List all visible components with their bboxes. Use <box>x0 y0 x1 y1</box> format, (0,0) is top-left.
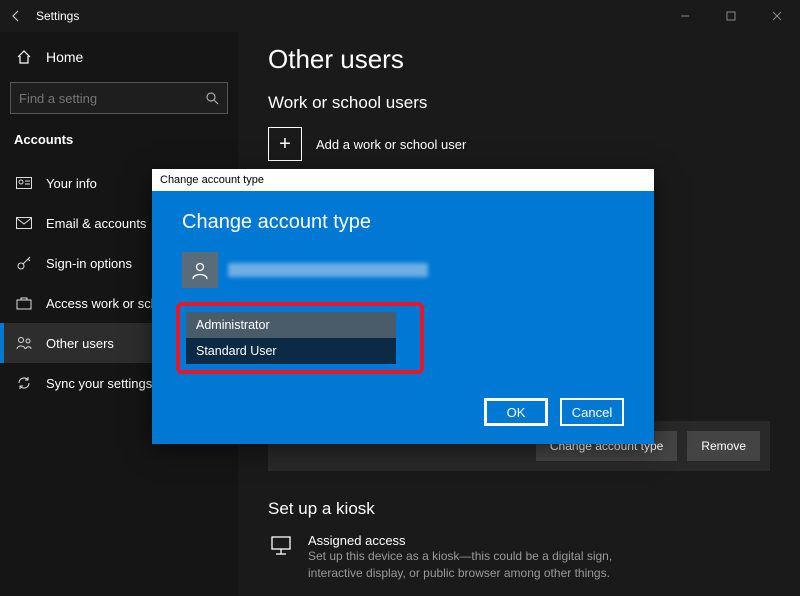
kiosk-row[interactable]: Assigned access Set up this device as a … <box>268 533 770 582</box>
sidebar-home[interactable]: Home <box>0 40 238 74</box>
sidebar-item-label: Email & accounts <box>46 216 146 231</box>
sidebar-item-label: Sync your settings <box>46 376 152 391</box>
plus-icon: + <box>268 127 302 161</box>
user-avatar-icon <box>182 252 218 288</box>
dialog-titlebar: Change account type <box>152 169 654 191</box>
people-icon <box>14 336 34 350</box>
kiosk-title: Assigned access <box>308 533 668 548</box>
mail-icon <box>14 217 34 229</box>
user-name-redacted <box>228 263 428 277</box>
change-account-type-dialog: Change account type Change account type … <box>152 169 654 444</box>
sidebar-item-label: Other users <box>46 336 114 351</box>
add-work-user-row[interactable]: + Add a work or school user <box>268 127 770 161</box>
option-label: Standard User <box>196 344 277 358</box>
option-standard-user[interactable]: Standard User <box>186 338 396 364</box>
search-icon <box>205 91 219 105</box>
dialog-ok-button[interactable]: OK <box>484 398 548 426</box>
dialog-heading: Change account type <box>182 211 624 234</box>
search-input[interactable] <box>19 91 205 106</box>
id-card-icon <box>14 177 34 189</box>
back-button[interactable] <box>0 0 32 32</box>
section-work-school: Work or school users <box>268 93 770 113</box>
window-title: Settings <box>36 9 79 23</box>
remove-user-button[interactable]: Remove <box>687 431 760 461</box>
add-work-user-label: Add a work or school user <box>316 137 466 152</box>
sidebar-item-label: Sign-in options <box>46 256 132 271</box>
kiosk-heading: Set up a kiosk <box>268 499 770 519</box>
window-controls <box>662 0 800 32</box>
sync-icon <box>14 375 34 391</box>
kiosk-section: Set up a kiosk Assigned access Set up th… <box>268 499 770 582</box>
sidebar-item-label: Your info <box>46 176 97 191</box>
kiosk-desc: Set up this device as a kiosk—this could… <box>308 548 668 582</box>
close-button[interactable] <box>754 0 800 32</box>
dropdown-highlight: Administrator Standard User <box>176 302 424 374</box>
account-type-dropdown[interactable]: Administrator Standard User <box>186 312 396 364</box>
home-icon <box>14 49 34 65</box>
option-label: Administrator <box>196 318 270 332</box>
briefcase-icon <box>14 296 34 310</box>
maximize-button[interactable] <box>708 0 754 32</box>
option-administrator[interactable]: Administrator <box>186 312 396 338</box>
dialog-cancel-button[interactable]: Cancel <box>560 398 624 426</box>
titlebar: Settings <box>0 0 800 32</box>
sidebar-home-label: Home <box>46 49 83 65</box>
key-icon <box>14 255 34 271</box>
minimize-button[interactable] <box>662 0 708 32</box>
dialog-user-row <box>182 252 624 288</box>
page-title: Other users <box>268 44 770 75</box>
dialog-title: Change account type <box>160 174 264 186</box>
search-box[interactable] <box>10 82 228 114</box>
sidebar-category: Accounts <box>0 126 238 153</box>
monitor-icon <box>268 533 294 582</box>
